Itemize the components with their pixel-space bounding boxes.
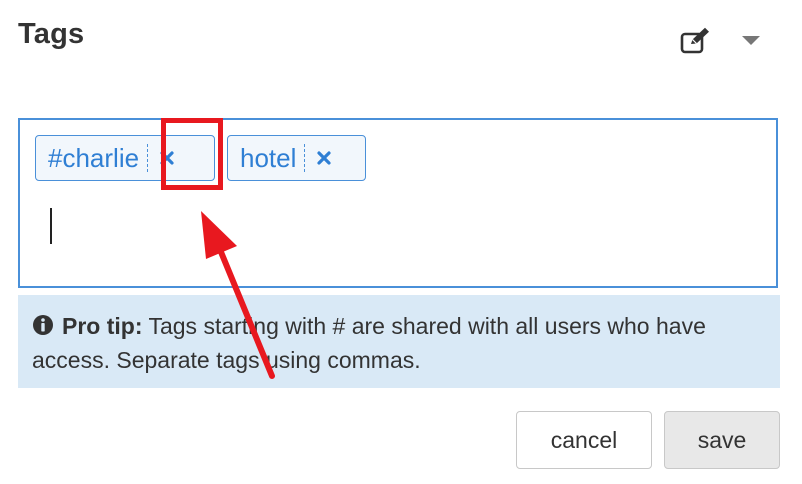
tag-label: #charlie [48,142,140,173]
tag-chip: hotel [227,135,366,181]
edit-icon [680,27,709,54]
cancel-button[interactable]: cancel [516,411,652,469]
close-icon [317,151,331,165]
panel-menu-button[interactable] [734,24,768,58]
text-cursor [50,208,52,244]
panel-title: Tags [18,18,85,50]
tag-input-field[interactable]: #charlie hotel [18,118,778,288]
close-icon [160,151,174,165]
tag-label: hotel [240,142,297,173]
tag-chip: #charlie [35,135,215,181]
info-icon [33,315,53,335]
pro-tip-banner: Pro tip: Tags starting with # are shared… [18,295,780,388]
edit-button[interactable] [676,24,716,58]
tag-remove-button[interactable] [147,144,184,172]
tag-remove-button[interactable] [304,144,341,172]
pro-tip-label: Pro tip: [62,313,143,339]
caret-down-icon [742,36,760,45]
save-button[interactable]: save [664,411,780,469]
